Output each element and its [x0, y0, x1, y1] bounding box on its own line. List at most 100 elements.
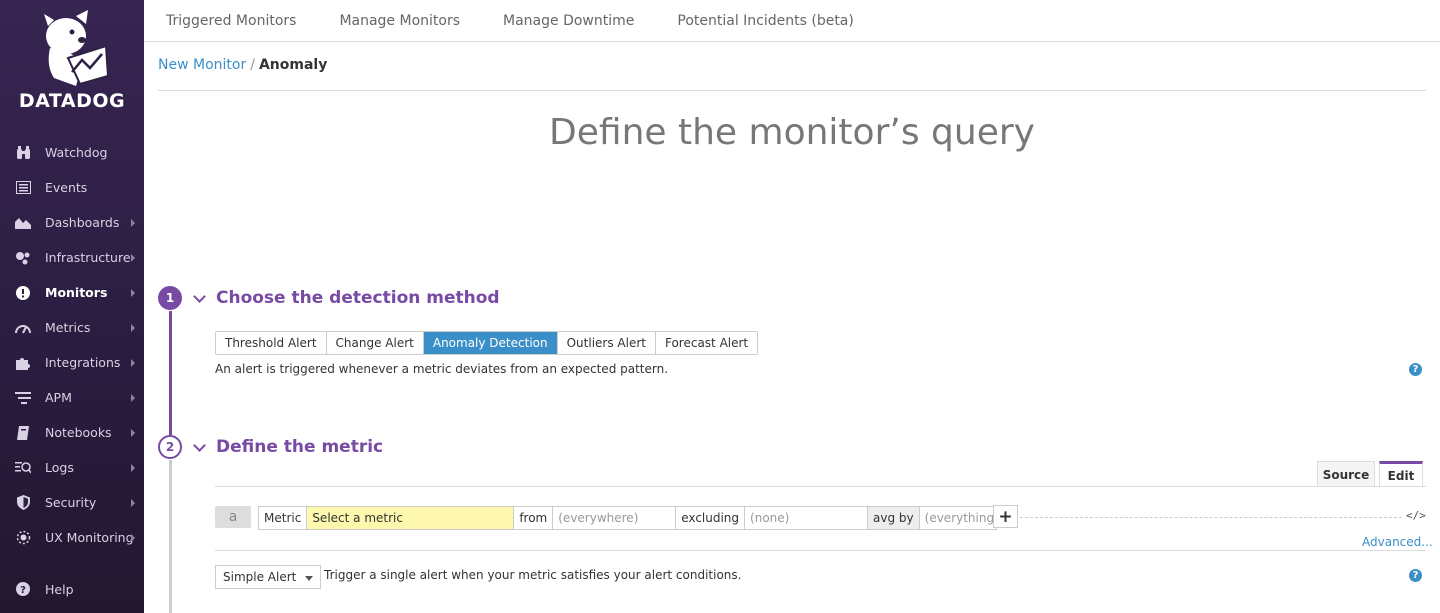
tab-manage-downtime[interactable]: Manage Downtime — [503, 13, 634, 29]
sidebar-item-label: Events — [45, 180, 88, 195]
divider — [215, 550, 1426, 551]
threshold-alert-button[interactable]: Threshold Alert — [216, 332, 327, 354]
breadcrumb-new-monitor[interactable]: New Monitor — [158, 57, 246, 73]
query-label: a — [215, 506, 251, 528]
question-circle-icon: ? — [14, 580, 32, 598]
gauge-icon — [14, 319, 32, 337]
exclamation-circle-icon — [14, 284, 32, 302]
chevron-right-icon — [131, 499, 135, 507]
sidebar-item-dashboards[interactable]: Dashboards — [0, 205, 144, 240]
breadcrumb-separator: / — [250, 57, 255, 73]
notebook-icon — [14, 424, 32, 442]
chevron-right-icon — [131, 534, 135, 542]
chevron-right-icon — [131, 289, 135, 297]
avg-by-input[interactable]: (everything) — [920, 507, 999, 529]
sidebar-item-label: Infrastructure — [45, 250, 131, 265]
sidebar-item-label: Logs — [45, 460, 74, 475]
chevron-right-icon — [131, 219, 135, 227]
alert-type-description: Trigger a single alert when your metric … — [324, 568, 742, 582]
step-2-badge: 2 — [158, 435, 182, 459]
sidebar-item-events[interactable]: Events — [0, 170, 144, 205]
help-label: Help — [45, 581, 74, 597]
datadog-dog-icon — [44, 10, 110, 86]
dashed-divider — [1020, 517, 1402, 518]
ux-gear-icon — [14, 529, 32, 547]
excluding-label: excluding — [676, 507, 746, 529]
shield-icon — [14, 494, 32, 512]
sidebar-item-label: Monitors — [45, 285, 108, 300]
sidebar-item-logs[interactable]: Logs — [0, 450, 144, 485]
sidebar-item-watchdog[interactable]: Watchdog — [0, 135, 144, 170]
divider — [215, 486, 1426, 487]
detection-method-description: An alert is triggered whenever a metric … — [215, 362, 669, 376]
from-label: from — [514, 507, 554, 529]
sidebar-item-label: Watchdog — [45, 145, 108, 160]
sidebar-item-apm[interactable]: APM — [0, 380, 144, 415]
code-icon[interactable]: </> — [1406, 509, 1426, 522]
datadog-logo[interactable]: DATADOG — [0, 0, 144, 120]
detection-method-group: Threshold Alert Change Alert Anomaly Det… — [215, 331, 759, 355]
tab-source[interactable]: Source — [1317, 461, 1375, 487]
excluding-input[interactable]: (none) — [745, 507, 867, 529]
advanced-link[interactable]: Advanced... — [1362, 535, 1433, 549]
tab-triggered-monitors[interactable]: Triggered Monitors — [166, 13, 296, 29]
step-1-badge: 1 — [158, 286, 182, 310]
sidebar-item-monitors[interactable]: Monitors — [0, 275, 144, 310]
binoculars-icon — [14, 144, 32, 162]
chevron-right-icon — [131, 464, 135, 472]
sidebar-item-notebooks[interactable]: Notebooks — [0, 415, 144, 450]
sidebar-item-metrics[interactable]: Metrics — [0, 310, 144, 345]
forecast-alert-button[interactable]: Forecast Alert — [655, 332, 758, 354]
outliers-alert-button[interactable]: Outliers Alert — [557, 332, 656, 354]
events-list-icon — [14, 179, 32, 197]
sidebar-item-label: Security — [45, 495, 97, 510]
query-row: Metric Select a metric from (everywhere)… — [258, 506, 999, 530]
sidebar-item-integrations[interactable]: Integrations — [0, 345, 144, 380]
breadcrumb: New Monitor / Anomaly — [158, 57, 327, 73]
hexagon-nodes-icon — [14, 249, 32, 267]
chevron-down-icon[interactable] — [193, 290, 206, 303]
sidebar-item-label: Metrics — [45, 320, 91, 335]
chevron-right-icon — [131, 359, 135, 367]
sidebar-item-infrastructure[interactable]: Infrastructure — [0, 240, 144, 275]
sidebar-item-security[interactable]: Security — [0, 485, 144, 520]
page-title: Define the monitor’s query — [549, 112, 1035, 153]
chevron-down-icon[interactable] — [193, 439, 206, 452]
add-query-button[interactable]: + — [993, 505, 1018, 528]
question-circle-icon[interactable]: ? — [1409, 569, 1422, 582]
step-1-title[interactable]: Choose the detection method — [216, 288, 500, 308]
tab-manage-monitors[interactable]: Manage Monitors — [339, 13, 460, 29]
area-chart-icon — [14, 214, 32, 232]
avg-by-label[interactable]: avg by — [868, 507, 920, 529]
anomaly-detection-button[interactable]: Anomaly Detection — [423, 332, 558, 354]
top-nav: Triggered Monitors Manage Monitors Manag… — [144, 0, 1440, 42]
metric-input[interactable]: Select a metric — [307, 507, 514, 529]
step-2-title[interactable]: Define the metric — [216, 437, 383, 457]
chevron-right-icon — [131, 429, 135, 437]
from-input[interactable]: (everywhere) — [553, 507, 675, 529]
tab-edit[interactable]: Edit — [1379, 461, 1423, 487]
sidebar-nav: Watchdog Events Dashboards Infrastructur… — [0, 135, 144, 555]
sidebar-item-label: Notebooks — [45, 425, 112, 440]
puzzle-icon — [14, 354, 32, 372]
change-alert-button[interactable]: Change Alert — [326, 332, 424, 354]
svg-text:?: ? — [20, 585, 26, 596]
chevron-right-icon — [131, 394, 135, 402]
sidebar-item-ux-monitoring[interactable]: UX Monitoring — [0, 520, 144, 555]
question-circle-icon[interactable]: ? — [1409, 363, 1422, 376]
sidebar-item-label: APM — [45, 390, 72, 405]
brand-name: DATADOG — [18, 90, 126, 112]
metric-label: Metric — [259, 507, 308, 529]
sidebar-item-help[interactable]: ? Help — [14, 580, 74, 598]
avg-by-field: avg by (everything) — [867, 506, 999, 530]
alert-type-select[interactable]: Simple Alert — [215, 565, 321, 589]
divider — [158, 90, 1426, 91]
step-connector-line — [169, 311, 172, 435]
sidebar: DATADOG Watchdog Events Dashboards Infra… — [0, 0, 144, 613]
sidebar-item-label: Integrations — [45, 355, 121, 370]
sidebar-item-label: Dashboards — [45, 215, 120, 230]
metric-field: Metric Select a metric — [258, 506, 515, 530]
apm-lines-icon — [14, 389, 32, 407]
step-connector-line-inactive — [169, 460, 172, 613]
tab-potential-incidents[interactable]: Potential Incidents (beta) — [677, 13, 853, 29]
